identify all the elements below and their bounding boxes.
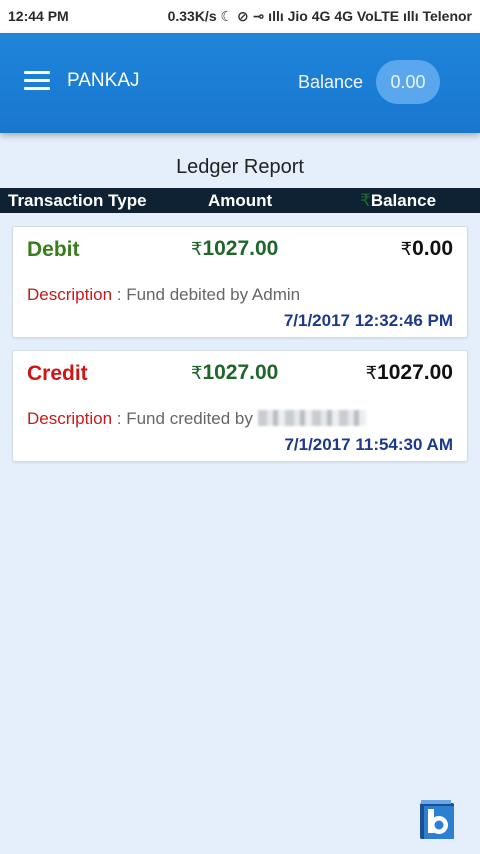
transaction-card[interactable]: Debit ₹1027.00 ₹0.00 Description : Fund … xyxy=(12,226,468,338)
transaction-date: 7/1/2017 12:32:46 PM xyxy=(283,311,453,330)
description-text: : Fund credited by xyxy=(112,409,258,428)
status-time: 12:44 PM xyxy=(8,8,69,24)
rupee-icon: ₹ xyxy=(365,363,378,383)
rupee-icon: ₹ xyxy=(400,239,413,259)
hamburger-menu-icon[interactable] xyxy=(24,71,50,91)
column-header-amount: Amount xyxy=(208,191,273,210)
rupee-icon: ₹ xyxy=(191,239,203,259)
balance-value-badge[interactable]: 0.00 xyxy=(376,60,440,104)
rupee-icon: ₹ xyxy=(360,191,371,210)
status-network-info: 0.33K/s ☾ ⊘ ⊸ ıllı Jio 4G 4G VoLTE ıllı … xyxy=(167,8,472,24)
app-bar: PANKAJ Balance 0.00 xyxy=(0,33,480,133)
transaction-amount: ₹1027.00 xyxy=(191,237,279,260)
page-title: Ledger Report xyxy=(176,156,304,178)
ledger-table-header: Transaction Type Amount ₹Balance xyxy=(0,188,480,213)
transaction-balance: ₹0.00 xyxy=(400,237,453,260)
transaction-amount: ₹1027.00 xyxy=(191,361,279,384)
redacted-name xyxy=(257,410,366,426)
column-header-balance-label: Balance xyxy=(370,191,437,210)
transaction-balance: ₹1027.00 xyxy=(365,361,453,384)
transaction-description: Description : Fund credited by xyxy=(27,409,366,429)
transaction-type: Credit xyxy=(27,362,88,385)
rupee-icon: ₹ xyxy=(191,363,203,383)
description-label: Description xyxy=(27,409,113,428)
transaction-description: Description : Fund debited by Admin xyxy=(27,285,300,305)
column-header-balance: ₹Balance xyxy=(360,191,436,211)
column-header-type: Transaction Type xyxy=(8,191,147,210)
balance-label: Balance xyxy=(297,72,363,92)
transaction-card[interactable]: Credit ₹1027.00 ₹1027.00 Description : F… xyxy=(12,350,468,462)
transaction-date: 7/1/2017 11:54:30 AM xyxy=(284,435,453,454)
transaction-type: Debit xyxy=(27,238,80,261)
user-name: PANKAJ xyxy=(67,70,140,91)
app-logo-icon[interactable] xyxy=(415,797,461,843)
status-bar: 12:44 PM 0.33K/s ☾ ⊘ ⊸ ıllı Jio 4G 4G Vo… xyxy=(0,0,480,33)
description-text: : Fund debited by Admin xyxy=(112,285,301,304)
description-label: Description xyxy=(27,285,113,304)
